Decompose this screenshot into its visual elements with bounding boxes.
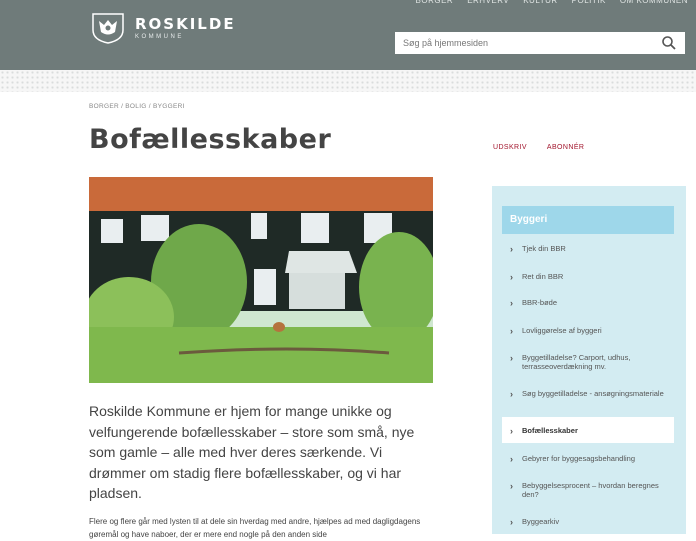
site-header: BORGER ERHVERV KULTUR POLITIK OM KOMMUNE…: [0, 0, 696, 70]
chevron-right-icon: ›: [510, 298, 513, 308]
sidebar-item-label: Søg byggetilladelse - ansøgningsmaterial…: [522, 389, 664, 398]
sidebar-item-label: Bofællesskaber: [522, 426, 578, 435]
sidebar-item-label: BBR-bøde: [522, 298, 558, 307]
cohousing-photo: [89, 177, 433, 383]
chevron-right-icon: ›: [510, 353, 513, 363]
search-icon[interactable]: [661, 35, 677, 51]
top-nav-kultur[interactable]: KULTUR: [523, 0, 557, 12]
brand-name: ROSKILDE: [135, 15, 236, 33]
sidebar-item-ret-bbr[interactable]: › Ret din BBR: [502, 272, 674, 282]
sidebar-heading-label: Byggeri: [510, 214, 548, 225]
chevron-right-icon: ›: [510, 517, 513, 527]
chevron-right-icon: ›: [510, 244, 513, 254]
sidebar-item-label: Tjek din BBR: [522, 244, 566, 253]
sidebar-item-label: Bebyggelsesprocent – hvordan beregnes de…: [522, 481, 659, 499]
header-pattern-divider: [0, 70, 696, 92]
site-logo[interactable]: ROSKILDE KOMMUNE: [89, 12, 236, 44]
sidebar-item-tjek-bbr[interactable]: › Tjek din BBR: [502, 244, 674, 254]
chevron-right-icon: ›: [510, 426, 513, 436]
sidebar-item-sog-byggetilladelse[interactable]: › Søg byggetilladelse - ansøgningsmateri…: [502, 389, 674, 399]
sidebar-item-label: Byggetilladelse? Carport, udhus, terrass…: [522, 353, 631, 371]
sidebar-heading: Byggeri: [502, 206, 674, 234]
search-placeholder: Søg på hjemmesiden: [403, 38, 489, 48]
coat-of-arms-icon: [92, 13, 124, 44]
print-link[interactable]: UDSKRIV: [493, 144, 527, 151]
top-nav-erhverv[interactable]: ERHVERV: [467, 0, 509, 12]
sidebar-item-byggearkiv[interactable]: › Byggearkiv: [502, 517, 674, 527]
chevron-right-icon: ›: [510, 326, 513, 336]
sidebar-item-label: Lovliggørelse af byggeri: [522, 326, 602, 335]
subscribe-link[interactable]: ABONNÉR: [547, 144, 584, 151]
sidebar-item-label: Ret din BBR: [522, 272, 564, 281]
sidebar-item-label: Gebyrer for byggesagsbehandling: [522, 454, 635, 463]
breadcrumb[interactable]: BORGER / BOLIG / BYGGERI: [89, 103, 185, 110]
top-navigation: BORGER ERHVERV KULTUR POLITIK OM KOMMUNE…: [416, 0, 688, 12]
sidebar-item-lovliggorelse[interactable]: › Lovliggørelse af byggeri: [502, 326, 674, 336]
intro-paragraph: Roskilde Kommune er hjem for mange unikk…: [89, 403, 415, 501]
page-title: Bofællesskaber: [89, 124, 332, 155]
sidebar-navigation: Byggeri › Tjek din BBR › Ret din BBR › B…: [492, 186, 686, 534]
body-paragraph: Flere og flere går med lysten til at del…: [89, 517, 421, 539]
sidebar-item-bbr-bode[interactable]: › BBR-bøde: [502, 298, 674, 308]
brand-subtitle: KOMMUNE: [135, 34, 184, 40]
page-actions: UDSKRIV ABONNÉR: [493, 144, 584, 151]
top-nav-politik[interactable]: POLITIK: [572, 0, 606, 12]
search-input[interactable]: Søg på hjemmesiden: [395, 32, 685, 54]
sidebar-item-bebyggelsesprocent[interactable]: › Bebyggelsesprocent – hvordan beregnes …: [502, 481, 674, 499]
chevron-right-icon: ›: [510, 481, 513, 491]
chevron-right-icon: ›: [510, 454, 513, 464]
sidebar-item-label: Byggearkiv: [522, 517, 560, 526]
chevron-right-icon: ›: [510, 389, 513, 399]
chevron-right-icon: ›: [510, 272, 513, 282]
top-nav-om-kommunen[interactable]: OM KOMMUNEN: [620, 0, 688, 12]
sidebar-item-bofaellesskaber[interactable]: › Bofællesskaber: [502, 417, 674, 443]
sidebar-item-gebyrer[interactable]: › Gebyrer for byggesagsbehandling: [502, 454, 674, 464]
sidebar-item-byggetilladelse[interactable]: › Byggetilladelse? Carport, udhus, terra…: [502, 353, 674, 371]
top-nav-borger[interactable]: BORGER: [416, 0, 454, 12]
